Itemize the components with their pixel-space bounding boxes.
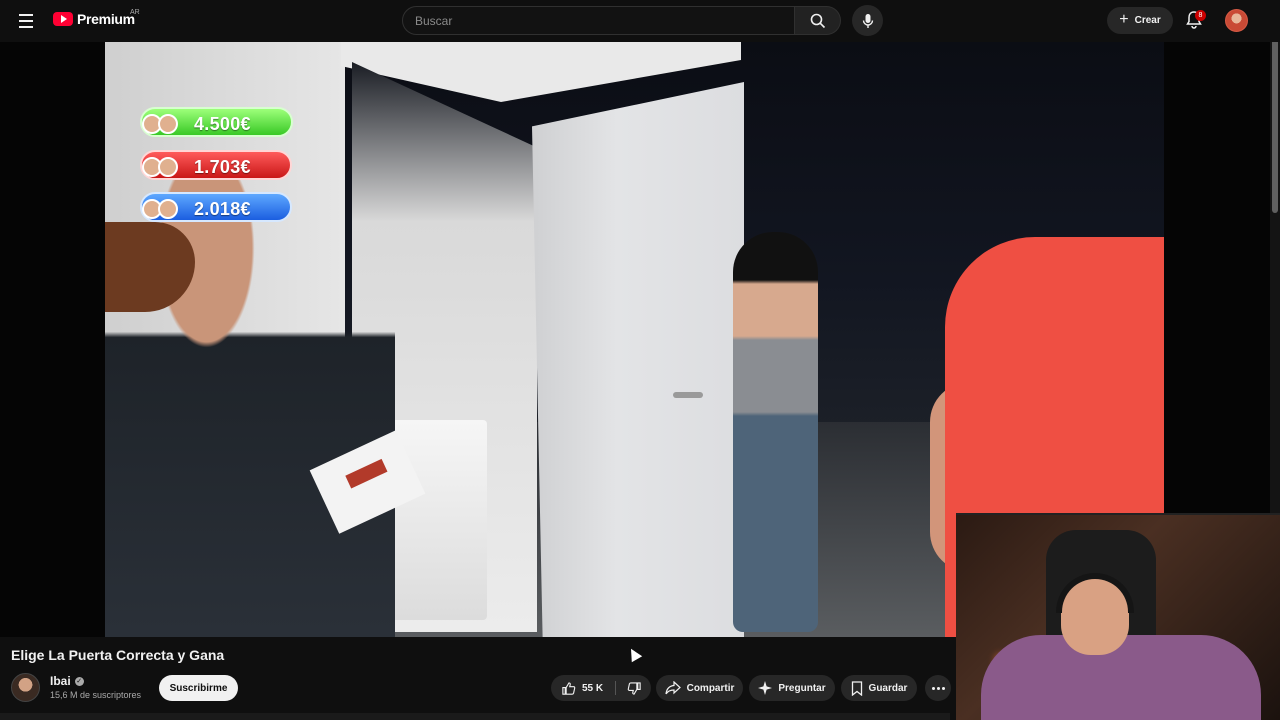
team-faces <box>142 192 180 226</box>
channel-name-row[interactable]: Ibai ✓ <box>50 674 84 688</box>
description-box-edge <box>0 713 950 720</box>
like-icon <box>562 681 576 695</box>
sparkle-icon <box>758 681 773 695</box>
score-value: 1.703€ <box>194 157 251 177</box>
share-label: Compartir <box>686 682 735 694</box>
brand-label: Premium <box>77 11 135 27</box>
create-label: Crear <box>1134 15 1161 26</box>
plus-icon: + <box>1119 11 1129 28</box>
divider <box>615 681 616 695</box>
search-button[interactable] <box>795 6 841 35</box>
team-faces <box>142 150 180 184</box>
score-value: 4.500€ <box>194 114 251 134</box>
account-avatar[interactable] <box>1225 9 1248 32</box>
score-bar-red: 1.703€ <box>140 150 292 180</box>
search-box <box>402 6 841 35</box>
share-button[interactable]: Compartir <box>656 675 743 701</box>
webcam-overlay <box>956 513 1280 720</box>
score-bar-green: 4.500€ <box>140 107 293 137</box>
open-door <box>532 82 744 637</box>
streamer-body <box>981 635 1261 720</box>
search-input[interactable] <box>402 6 795 35</box>
like-count: 55 K <box>581 682 604 694</box>
mic-icon <box>862 13 873 28</box>
like-dislike-group: 55 K <box>551 675 651 701</box>
door-handle <box>673 392 703 398</box>
bookmark-icon <box>851 680 862 696</box>
score-value: 2.018€ <box>194 199 251 219</box>
subscriber-count: 15,6 M de suscriptores <box>50 690 142 700</box>
menu-icon[interactable] <box>14 9 38 33</box>
subscribe-button[interactable]: Suscribirme <box>159 675 238 701</box>
youtube-logo-icon <box>53 12 73 26</box>
save-label: Guardar <box>868 682 908 694</box>
voice-search-button[interactable] <box>852 5 883 36</box>
notification-badge: 8 <box>1195 10 1206 21</box>
score-bar-blue: 2.018€ <box>140 192 292 222</box>
dislike-button[interactable] <box>617 675 651 701</box>
team-faces <box>142 107 180 141</box>
save-button[interactable]: Guardar <box>841 675 917 701</box>
more-icon[interactable] <box>925 675 951 701</box>
channel-name[interactable]: Ibai <box>50 674 71 688</box>
youtube-watch-page: Premium AR + Crear 8 <box>0 0 1280 720</box>
ask-label: Preguntar <box>778 682 826 694</box>
create-button[interactable]: + Crear <box>1107 7 1173 34</box>
region-code: AR <box>130 9 140 16</box>
masthead: Premium AR + Crear 8 <box>0 0 1280 42</box>
search-icon <box>810 13 825 28</box>
mouse-cursor <box>625 645 643 663</box>
verified-icon: ✓ <box>74 676 84 686</box>
woman-figure <box>733 232 818 632</box>
ask-button[interactable]: Preguntar <box>749 675 835 701</box>
channel-avatar[interactable] <box>11 673 40 702</box>
dislike-icon <box>627 681 641 695</box>
share-icon <box>664 681 681 695</box>
like-button[interactable]: 55 K <box>551 675 613 701</box>
youtube-logo[interactable]: Premium <box>53 11 135 27</box>
video-title: Elige La Puerta Correcta y Gana <box>11 647 225 663</box>
